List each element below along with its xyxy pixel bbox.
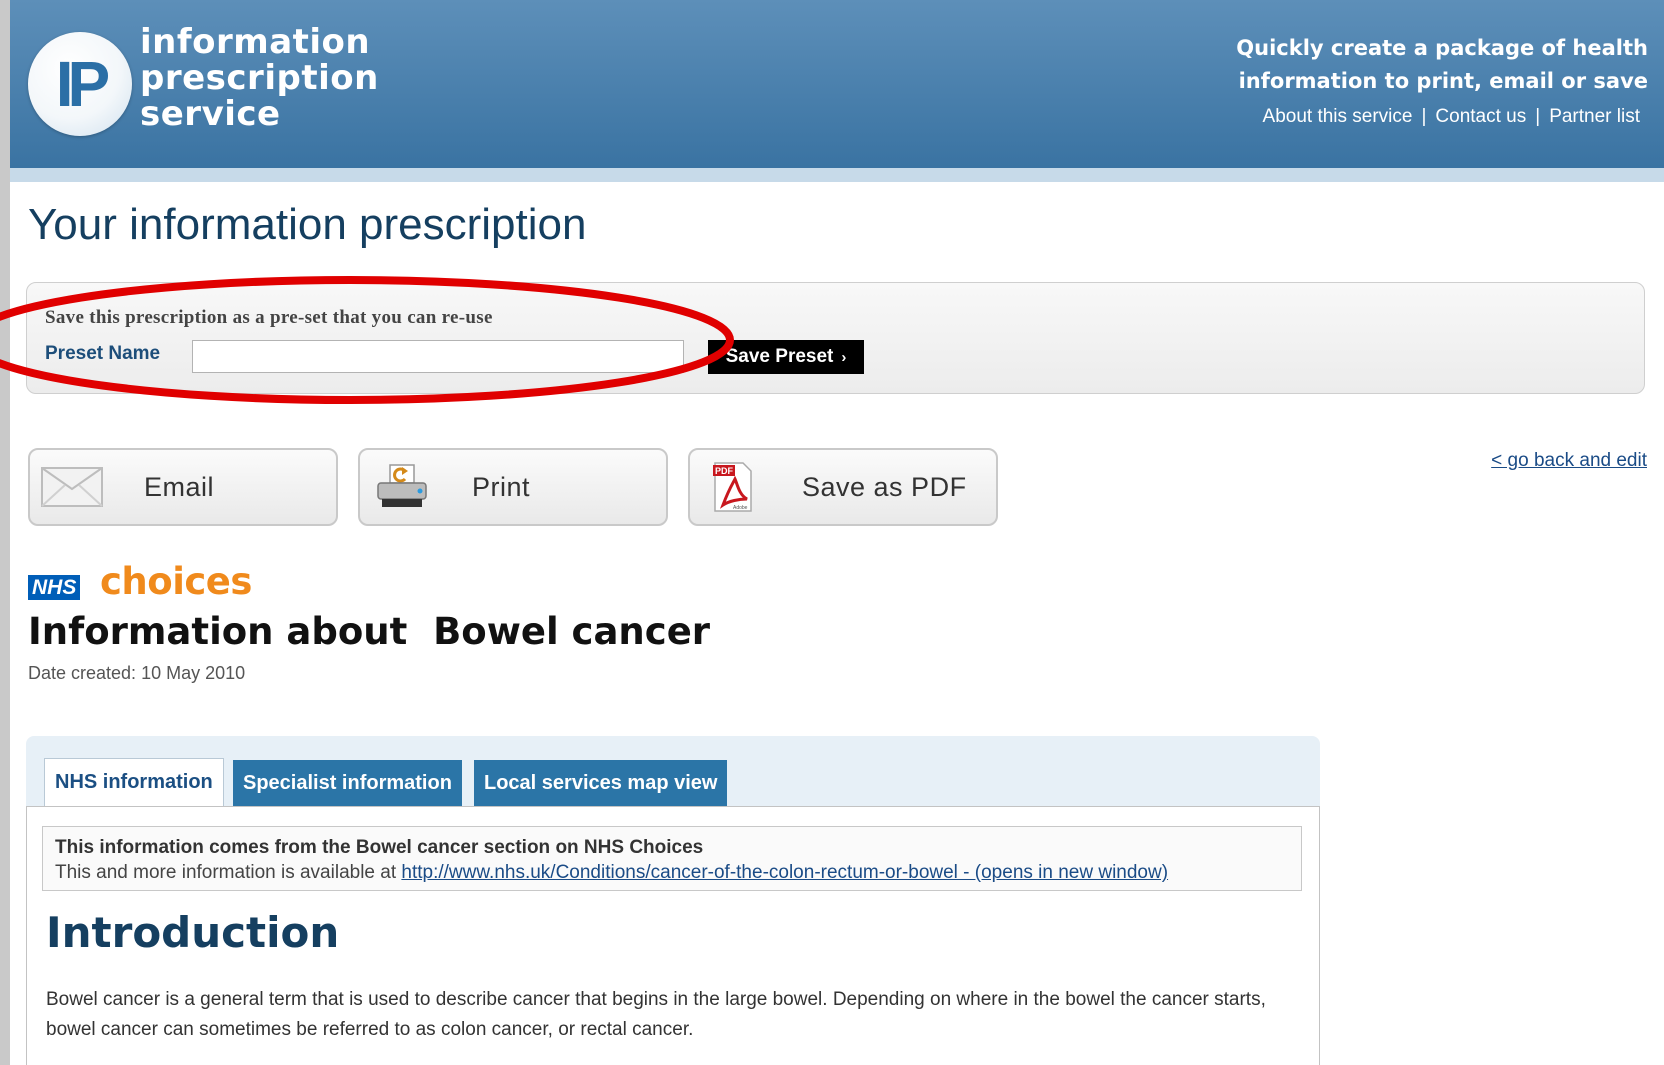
chevron-right-icon: › (841, 348, 847, 366)
tab-specialist-information[interactable]: Specialist information (233, 760, 462, 806)
print-button[interactable]: Print (358, 448, 668, 526)
save-as-pdf-label: Save as PDF (802, 471, 967, 502)
header-links: About this service | Contact us | Partner li… (1263, 106, 1640, 128)
link-separator: | (1535, 106, 1541, 127)
logo-line-3: service (140, 94, 281, 134)
save-preset-label: Save Preset (725, 346, 834, 367)
about-link[interactable]: About this service (1263, 106, 1413, 127)
source-line-2: This and more information is available a… (55, 860, 1289, 885)
email-label: Email (144, 471, 215, 502)
printer-icon (360, 448, 444, 526)
partner-list-link[interactable]: Partner list (1549, 106, 1640, 127)
logo-line-1: information (140, 22, 371, 62)
choices-logo: choices (100, 560, 252, 603)
information-title: Information about Bowel cancer (28, 610, 711, 653)
link-separator: | (1421, 106, 1427, 127)
tab-nhs-information[interactable]: NHS information (44, 758, 224, 806)
contact-link[interactable]: Contact us (1435, 106, 1526, 127)
site-logo-text[interactable]: information prescription service (140, 24, 379, 132)
header-stripe (10, 168, 1664, 182)
email-button[interactable]: Email (28, 448, 338, 526)
source-line-1: This information comes from the Bowel ca… (55, 837, 704, 858)
svg-text:PDF: PDF (715, 466, 734, 476)
tab-local-services-map[interactable]: Local services map view (474, 760, 728, 806)
print-label: Print (472, 471, 531, 502)
source-line-2-prefix: This and more information is available a… (55, 862, 402, 883)
nhs-choices-link[interactable]: http://www.nhs.uk/Conditions/cancer-of-t… (401, 862, 1168, 883)
source-info-box: This information comes from the Bowel ca… (42, 826, 1302, 891)
date-created: Date created: 10 May 2010 (28, 663, 246, 683)
envelope-icon (30, 448, 114, 526)
page-title: Your information prescription (28, 200, 587, 249)
logo-mark: IP (55, 48, 110, 120)
introduction-heading: Introduction (46, 908, 340, 957)
pdf-icon: PDF Adobe (690, 448, 774, 526)
preset-hint: Save this prescription as a pre-set that… (45, 307, 493, 328)
header-tagline: Quickly create a package of health infor… (1236, 32, 1648, 98)
svg-text:Adobe: Adobe (733, 505, 748, 511)
save-as-pdf-button[interactable]: PDF Adobe Save as PDF (688, 448, 998, 526)
tagline-line-2: information to print, email or save (1238, 69, 1648, 93)
nhs-logo: NHS (28, 575, 81, 600)
logo-line-2: prescription (140, 58, 379, 98)
preset-name-input[interactable] (192, 340, 684, 373)
preset-panel: Save this prescription as a pre-set that… (26, 282, 1645, 394)
window-left-edge (0, 0, 10, 1065)
save-preset-button[interactable]: Save Preset › (708, 340, 864, 374)
preset-name-label: Preset Name (45, 343, 161, 364)
go-back-link[interactable]: < go back and edit (1491, 450, 1647, 472)
tagline-line-1: Quickly create a package of health (1236, 36, 1648, 60)
introduction-paragraph: Bowel cancer is a general term that is u… (46, 989, 1266, 1040)
